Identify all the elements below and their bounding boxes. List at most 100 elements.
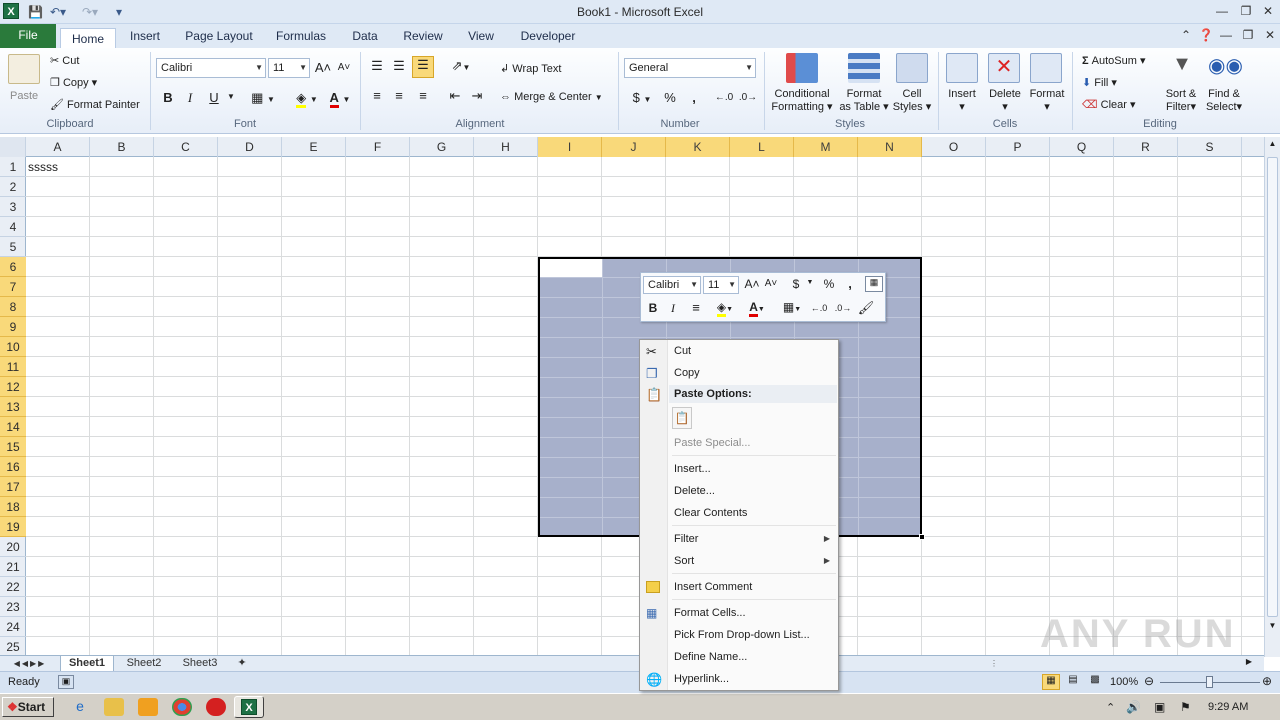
chrome-icon[interactable] [172,698,192,716]
tab-formulas[interactable]: Formulas [270,28,332,48]
close-button[interactable]: ✕ [1258,2,1278,20]
mini-size-combo[interactable]: 11 ▼ [703,276,739,294]
fill-color-button[interactable]: ◈ ▼ [292,90,322,108]
vertical-scrollbar[interactable]: ▲ ▼ [1264,137,1280,657]
fill-button[interactable]: ⬇ Fill ▾ [1082,76,1117,89]
cut-button[interactable]: ✂ Cut [50,54,79,67]
mini-brush-icon[interactable]: 🖌 [857,300,875,316]
align-left-icon[interactable]: ≡ [368,88,386,103]
help-icon[interactable]: ❓ [1196,26,1216,44]
row-header-9[interactable]: 9 [0,317,26,337]
col-header-b[interactable]: B [90,137,154,157]
row-header-4[interactable]: 4 [0,217,26,237]
cell-a1[interactable]: sssss [28,160,58,174]
scroll-right-icon[interactable]: ▶ [1242,657,1256,671]
paste-button[interactable]: Paste [10,90,38,102]
mini-grow-font-icon[interactable]: A˄ [743,277,761,291]
tab-review[interactable]: Review [398,28,448,48]
menu-copy[interactable]: Copy [674,367,700,379]
mini-bold-button[interactable]: B [645,301,661,315]
sheet-nav-icons[interactable]: ◀◀▶▶ [4,656,56,672]
col-header-m[interactable]: M [794,137,858,157]
insert-cells-button[interactable]: Insert ▾ [944,88,980,113]
tray-expand-icon[interactable]: ⌃ [1106,701,1115,714]
start-button[interactable]: ❖Start [2,697,54,717]
ie-icon[interactable]: e [70,698,90,716]
copy-button[interactable]: ❐ Copy ▾ [50,76,97,89]
network-icon[interactable]: ▣ [1154,700,1165,714]
sort-filter-button[interactable]: Sort & Filter▾ [1160,88,1202,113]
mini-fill-color-button[interactable]: ◈▼ [711,300,739,317]
doc-restore-button[interactable]: ❐ [1238,26,1258,44]
menu-insert-comment[interactable]: Insert Comment [674,581,752,593]
col-header-r[interactable]: R [1114,137,1178,157]
comma-button[interactable]: , [688,90,700,105]
font-size-combo[interactable]: 11 ▼ [268,58,310,78]
mini-currency-dropdown-icon[interactable]: ▼ [805,279,815,286]
col-header-f[interactable]: F [346,137,410,157]
tab-home[interactable]: Home [60,28,116,48]
media-player-icon[interactable] [138,698,158,716]
active-cell[interactable] [540,259,602,277]
borders-button[interactable]: ▦ ▼ [248,90,278,106]
col-header-q[interactable]: Q [1050,137,1114,157]
zoom-slider-thumb[interactable] [1206,676,1213,688]
row-header-5[interactable]: 5 [0,237,26,257]
delete-cells-icon[interactable]: ✕ [988,53,1020,83]
scroll-up-icon[interactable]: ▲ [1266,139,1279,153]
row-header-10[interactable]: 10 [0,337,26,357]
menu-clear-contents[interactable]: Clear Contents [674,507,747,519]
page-break-view-icon[interactable]: ▩ [1086,674,1104,690]
mini-increase-decimal-icon[interactable]: ←.0 [809,303,829,313]
row-header-3[interactable]: 3 [0,197,26,217]
opera-icon[interactable] [206,698,226,716]
underline-button[interactable]: U [206,90,222,105]
row-header-19[interactable]: 19 [0,517,26,537]
mini-format-painter-icon[interactable]: ▦ [865,276,883,292]
tab-file[interactable]: File [0,24,56,48]
normal-view-icon[interactable]: ▦ [1042,674,1060,690]
autosum-button[interactable]: Σ AutoSum ▾ [1082,54,1146,67]
row-header-21[interactable]: 21 [0,557,26,577]
decrease-indent-icon[interactable]: ⇤ [446,88,464,104]
col-header-h[interactable]: H [474,137,538,157]
col-header-k[interactable]: K [666,137,730,157]
col-header-a[interactable]: A [26,137,90,157]
scroll-down-icon[interactable]: ▼ [1266,621,1279,635]
macro-record-icon[interactable]: ▣ [58,675,74,689]
menu-hyperlink[interactable]: Hyperlink... [674,673,729,685]
row-header-12[interactable]: 12 [0,377,26,397]
row-header-2[interactable]: 2 [0,177,26,197]
tab-view[interactable]: View [460,28,502,48]
row-header-23[interactable]: 23 [0,597,26,617]
conditional-formatting-icon[interactable] [786,53,818,83]
col-header-g[interactable]: G [410,137,474,157]
menu-delete[interactable]: Delete... [674,485,715,497]
menu-insert[interactable]: Insert... [674,463,711,475]
col-header-p[interactable]: P [986,137,1050,157]
scroll-thumb[interactable] [1267,157,1278,617]
row-header-18[interactable]: 18 [0,497,26,517]
paste-icon[interactable] [8,54,40,84]
page-layout-view-icon[interactable]: ▤ [1064,674,1082,690]
menu-define-name[interactable]: Define Name... [674,651,747,663]
row-header-1[interactable]: 1 [0,157,26,177]
font-name-combo[interactable]: Calibri ▼ [156,58,266,78]
sheet-tab-1[interactable]: Sheet1 [60,656,114,672]
col-header-c[interactable]: C [154,137,218,157]
zoom-out-icon[interactable]: ⊖ [1144,674,1158,688]
font-color-button[interactable]: A ▼ [326,90,354,108]
row-header-11[interactable]: 11 [0,357,26,377]
tab-data[interactable]: Data [344,28,386,48]
zoom-in-icon[interactable]: ⊕ [1262,674,1276,688]
col-header-e[interactable]: E [282,137,346,157]
mini-decrease-decimal-icon[interactable]: .0→ [833,303,853,313]
row-header-8[interactable]: 8 [0,297,26,317]
currency-button[interactable]: $ ▼ [628,90,656,105]
insert-cells-icon[interactable] [946,53,978,83]
menu-filter[interactable]: Filter [674,533,828,545]
menu-format-cells[interactable]: Format Cells... [674,607,746,619]
col-header-s[interactable]: S [1178,137,1242,157]
bold-button[interactable]: B [160,90,176,105]
align-middle-icon[interactable]: ☰ [390,58,408,74]
